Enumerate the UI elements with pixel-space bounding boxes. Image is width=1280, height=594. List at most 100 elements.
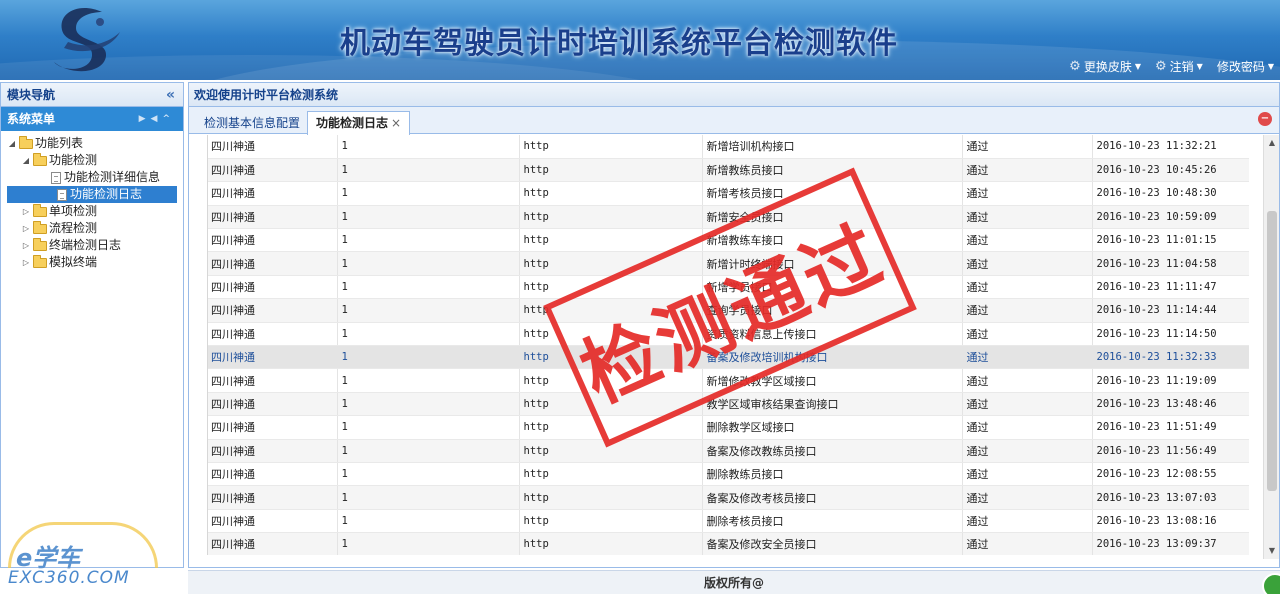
table-row[interactable]: 四川神通 1 http 备案及修改安全员接口 通过 2016-10-23 13:09:37: [207, 532, 1249, 555]
protocol-cell: http: [519, 205, 703, 230]
interface-cell: 备案及修改考核员接口: [702, 485, 963, 510]
logout-link[interactable]: ⚙ 注销 ▼: [1155, 58, 1203, 75]
table-row[interactable]: 四川神通 1 http 教学区域审核结果查询接口 通过 2016-10-23 13:48:…: [207, 392, 1249, 417]
tree-node-flow-check[interactable]: ▷ 流程检测: [1, 220, 183, 237]
scrollbar-thumb[interactable]: [1267, 211, 1277, 491]
protocol-cell: http: [519, 275, 703, 300]
file-icon: [57, 188, 67, 201]
tree-node-function-list[interactable]: ◢ 功能列表: [1, 135, 183, 152]
interface-cell: 教学区域审核结果查询接口: [702, 392, 963, 417]
table-row[interactable]: 四川神通 1 http 新增修改教学区域接口 通过 2016-10-23 11:19:09: [207, 368, 1249, 393]
folder-icon: [33, 237, 47, 251]
table-row[interactable]: 四川神通 1 http 备案及修改考核员接口 通过 2016-10-23 13:07:03: [207, 485, 1249, 510]
tree-node-function-check[interactable]: ◢ 功能检测: [1, 152, 183, 169]
expand-toggle-icon[interactable]: ◢: [21, 152, 31, 169]
interface-cell: 新增考核员接口: [702, 181, 963, 206]
site-watermark: e学车 EXC360.COM: [4, 520, 180, 592]
menu-controls[interactable]: ▶◀^: [139, 107, 175, 131]
table-row[interactable]: 四川神通 1 http 删除教练员接口 通过 2016-10-23 12:08:55: [207, 462, 1249, 487]
close-all-tabs-icon[interactable]: −: [1258, 112, 1272, 126]
tab-basic-config[interactable]: 检测基本信息配置: [195, 111, 309, 134]
tree-node-function-check-detail[interactable]: 功能检测详细信息: [1, 169, 183, 186]
org-cell: 四川神通: [207, 135, 338, 159]
interface-cell: 备案及修改安全员接口: [702, 532, 963, 555]
org-cell: 四川神通: [207, 509, 338, 534]
expand-toggle-icon[interactable]: ▷: [21, 203, 31, 220]
count-cell: 1: [337, 415, 520, 440]
expand-toggle-icon[interactable]: ▷: [21, 237, 31, 254]
change-skin-link[interactable]: ⚙ 更换皮肤 ▼: [1069, 58, 1141, 75]
nav-tree: ◢ 功能列表 ◢ 功能检测 功能检测详细信息 功能检测日志 ▷ 单项检测 ▷ 流…: [1, 131, 183, 271]
result-cell: 通过: [962, 275, 1093, 300]
time-cell: 2016-10-23 11:56:49: [1092, 439, 1249, 463]
table-row[interactable]: 四川神通 1 http 新增考核员接口 通过 2016-10-23 10:48:30: [207, 181, 1249, 206]
table-row[interactable]: 四川神通 1 http 新增教练车接口 通过 2016-10-23 11:01:15: [207, 228, 1249, 253]
table-row[interactable]: 四川神通 1 http 删除考核员接口 通过 2016-10-23 13:08:16: [207, 509, 1249, 534]
footer: 版权所有@: [188, 570, 1280, 594]
tree-node-label: 功能检测: [49, 153, 98, 167]
count-cell: 1: [337, 485, 520, 510]
table-row[interactable]: 四川神通 1 http 新增安全员接口 通过 2016-10-23 10:59:09: [207, 205, 1249, 230]
org-cell: 四川神通: [207, 228, 338, 253]
log-grid: 四川神通 1 http 新增培训机构接口 通过 2016-10-23 11:32:21 四川…: [207, 135, 1249, 555]
table-row[interactable]: 四川神通 1 http 删除教学区域接口 通过 2016-10-23 11:51:49: [207, 415, 1249, 440]
module-nav-title: 模块导航: [7, 88, 56, 102]
scroll-down-arrow-icon[interactable]: ▼: [1264, 543, 1280, 559]
grid-left-border: [207, 135, 208, 555]
result-cell: 通过: [962, 345, 1093, 370]
protocol-cell: http: [519, 298, 703, 323]
org-cell: 四川神通: [207, 345, 338, 370]
change-password-link[interactable]: 修改密码 ▼: [1217, 58, 1274, 75]
scroll-up-arrow-icon[interactable]: ▲: [1264, 135, 1280, 151]
table-row[interactable]: 四川神通 1 http 备案及修改教练员接口 通过 2016-10-23 11:56:49: [207, 439, 1249, 463]
log-table-body: 四川神通 1 http 新增培训机构接口 通过 2016-10-23 11:32:21 四川…: [207, 135, 1249, 555]
table-row[interactable]: 四川神通 1 http 新增学员接口 通过 2016-10-23 11:11:47: [207, 275, 1249, 300]
tree-node-single-check[interactable]: ▷ 单项检测: [1, 203, 183, 220]
folder-icon: [33, 152, 47, 166]
vertical-scrollbar[interactable]: ▲ ▼: [1263, 135, 1279, 559]
table-row[interactable]: 四川神通 1 http 新增教练员接口 通过 2016-10-23 10:45:26: [207, 158, 1249, 183]
interface-cell: 新增教练车接口: [702, 228, 963, 253]
count-cell: 1: [337, 298, 520, 323]
count-cell: 1: [337, 368, 520, 393]
watermark-url: EXC360.COM: [8, 568, 130, 588]
chevron-down-icon: ▼: [1134, 62, 1141, 71]
interface-cell: 新增安全员接口: [702, 205, 963, 230]
tree-node-terminal-log[interactable]: ▷ 终端检测日志: [1, 237, 183, 254]
count-cell: 1: [337, 158, 520, 183]
header-links: ⚙ 更换皮肤 ▼ ⚙ 注销 ▼ 修改密码 ▼: [1069, 58, 1274, 75]
result-cell: 通过: [962, 181, 1093, 206]
expand-toggle-icon[interactable]: ▷: [21, 220, 31, 237]
tab-function-log[interactable]: 功能检测日志 ×: [307, 111, 411, 135]
result-cell: 通过: [962, 368, 1093, 393]
protocol-cell: http: [519, 228, 703, 253]
expand-toggle-icon[interactable]: ▷: [21, 254, 31, 271]
change-skin-label: 更换皮肤: [1083, 60, 1132, 74]
expand-toggle-icon[interactable]: ◢: [7, 135, 17, 152]
collapse-icon[interactable]: «: [166, 83, 175, 107]
tab-close-icon[interactable]: ×: [391, 116, 401, 130]
tab-label: 检测基本信息配置: [204, 116, 301, 130]
count-cell: 1: [337, 205, 520, 230]
table-row[interactable]: 四川神通 1 http 新增计时终端接口 通过 2016-10-23 11:04:58: [207, 251, 1249, 276]
app-header: 机动车驾驶员计时培训系统平台检测软件 ⚙ 更换皮肤 ▼ ⚙ 注销 ▼ 修改密码 …: [0, 0, 1280, 80]
table-row[interactable]: 四川神通 1 http 备案及修改培训机构接口 通过 2016-10-23 11:32:3…: [207, 345, 1249, 370]
interface-cell: 查询学员接口: [702, 298, 963, 323]
result-cell: 通过: [962, 251, 1093, 276]
system-menu-title: 系统菜单: [7, 112, 56, 126]
count-cell: 1: [337, 345, 520, 370]
table-row[interactable]: 四川神通 1 http 新增培训机构接口 通过 2016-10-23 11:32:21: [207, 135, 1249, 159]
table-row[interactable]: 四川神通 1 http 查询学员接口 通过 2016-10-23 11:14:44: [207, 298, 1249, 323]
interface-cell: 新增计时终端接口: [702, 251, 963, 276]
table-row[interactable]: 四川神通 1 http 资质资料信息上传接口 通过 2016-10-23 11:14:50: [207, 322, 1249, 347]
org-cell: 四川神通: [207, 532, 338, 555]
interface-cell: 备案及修改培训机构接口: [702, 345, 963, 370]
status-badge-icon: [1262, 573, 1280, 594]
tree-node-simulated-terminal[interactable]: ▷ 模拟终端: [1, 254, 183, 271]
tree-node-function-check-log[interactable]: 功能检测日志: [7, 186, 177, 203]
time-cell: 2016-10-23 11:11:47: [1092, 275, 1249, 300]
interface-cell: 新增教练员接口: [702, 158, 963, 183]
result-cell: 通过: [962, 298, 1093, 323]
org-cell: 四川神通: [207, 462, 338, 487]
interface-cell: 新增培训机构接口: [702, 135, 963, 159]
